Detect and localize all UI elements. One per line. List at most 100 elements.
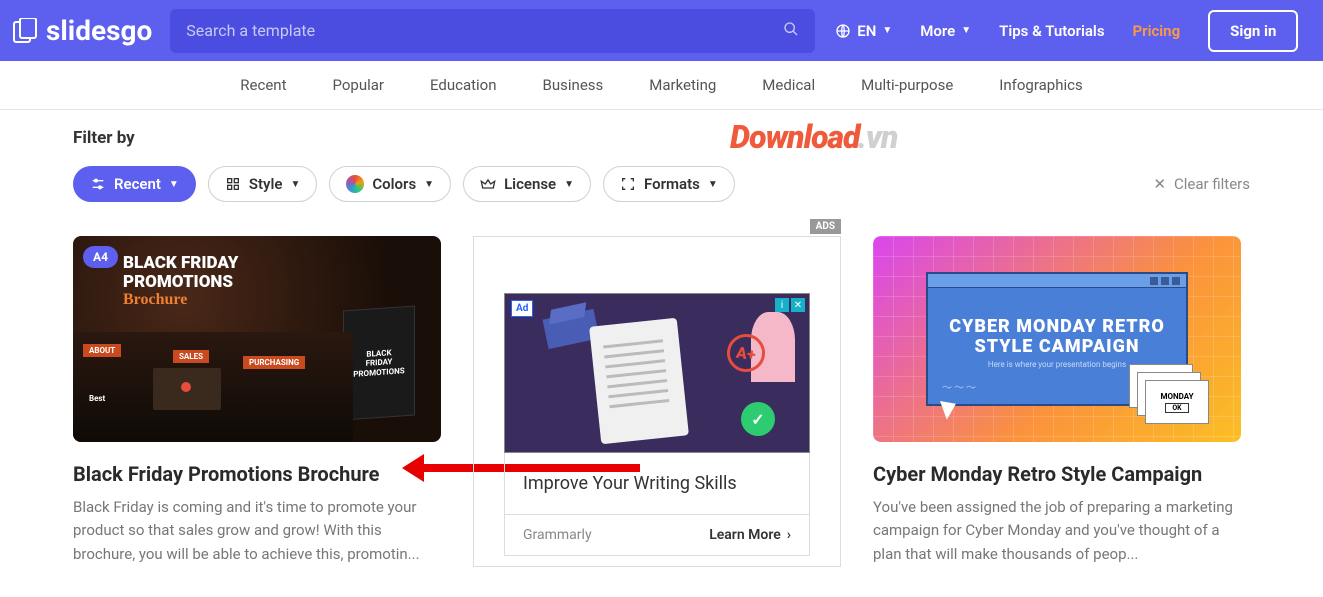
language-label: EN [857,22,876,40]
ad-footer: Grammarly Learn More › [504,515,810,556]
window-controls [1150,277,1180,285]
paper-icon [589,318,689,445]
ad-close-icon[interactable]: ✕ [791,298,805,312]
ad-slot: ADS Ad i✕ A+ ✓ Improve Your Writing Skil… [473,236,841,567]
search-bar[interactable] [170,9,815,53]
chevron-down-icon: ▼ [424,179,434,190]
filter-license-label: License [504,175,556,193]
more-label: More [920,22,955,40]
ad-info-icon[interactable]: i [775,298,789,312]
clear-filters-label: Clear filters [1174,175,1250,193]
chevron-down-icon: ▼ [169,179,179,190]
filter-recent-label: Recent [114,175,161,193]
nav-multipurpose[interactable]: Multi-purpose [861,76,953,94]
thumb-brochure: Brochure [123,291,238,309]
tri-l3: PROMOTIONS [353,366,404,379]
cards-grid: A4 BLACK FRIDAY PROMOTIONS Brochure BLAC… [73,236,1250,567]
filter-style-label: Style [249,175,283,193]
filter-colors-label: Colors [372,175,416,193]
filter-recent[interactable]: Recent ▼ [73,166,196,202]
template-thumbnail: A4 BLACK FRIDAY PROMOTIONS Brochure BLAC… [73,236,441,442]
ads-label: ADS [810,219,841,234]
thumb-sales: SALES [173,350,209,363]
more-link[interactable]: More ▼ [920,22,971,40]
template-card[interactable]: CYBER MONDAY RETRO STYLE CAMPAIGN Here i… [873,236,1241,566]
ad-content[interactable]: Ad i✕ A+ ✓ Improve Your Writing Skills G… [504,293,810,556]
pricing-link[interactable]: Pricing [1133,22,1181,40]
card-description: Black Friday is coming and it's time to … [73,496,441,566]
nav-marketing[interactable]: Marketing [649,76,716,94]
signin-button[interactable]: Sign in [1208,10,1298,52]
ok-button-icon: OK [1165,403,1188,413]
nav-popular[interactable]: Popular [332,76,384,94]
template-thumbnail: CYBER MONDAY RETRO STYLE CAMPAIGN Here i… [873,236,1241,442]
header-right: EN ▼ More ▼ Tips & Tutorials Pricing Sig… [835,10,1298,52]
filter-colors[interactable]: Colors ▼ [329,166,451,202]
thumb-about: ABOUT [83,344,121,357]
chevron-down-icon: ▼ [564,179,574,190]
grid-icon [225,176,241,192]
thumb-map [153,368,221,410]
logo-icon [12,18,40,44]
chevron-down-icon: ▼ [708,179,718,190]
ad-controls[interactable]: i✕ [775,298,805,312]
filter-style[interactable]: Style ▼ [208,166,318,202]
content: Filter by Recent ▼ Style ▼ Colors ▼ Lice… [0,110,1323,597]
ad-image: Ad i✕ A+ ✓ [504,293,810,453]
category-nav: Recent Popular Education Business Market… [0,61,1323,110]
logo[interactable]: slidesgo [12,14,152,47]
search-input[interactable] [186,21,783,40]
thumb-title-l2: PROMOTIONS [123,273,238,292]
wave-icon: ～～～ [942,379,978,394]
header: slidesgo EN ▼ More ▼ Tips & Tutorials Pr… [0,0,1323,61]
check-icon: ✓ [741,402,775,436]
language-selector[interactable]: EN ▼ [835,22,892,40]
card-description: You've been assigned the job of preparin… [873,496,1241,566]
thumb-subtitle: Here is where your presentation begins [988,360,1126,369]
chevron-down-icon: ▼ [290,179,300,190]
ad-cta-label: Learn More [709,527,781,543]
thumb-title-l1: BLACK FRIDAY [123,254,238,273]
chevron-down-icon: ▼ [882,25,892,36]
rainbow-icon [346,175,364,193]
thumb-title: CYBER MONDAY RETRO STYLE CAMPAIGN [949,317,1165,357]
nav-business[interactable]: Business [543,76,604,94]
nav-recent[interactable]: Recent [240,76,286,94]
search-button[interactable] [783,21,799,41]
thumb-panel: ABOUT SALES PURCHASING Best [73,332,353,442]
globe-icon [835,23,851,39]
nav-infographics[interactable]: Infographics [999,76,1082,94]
card-title: Cyber Monday Retro Style Campaign [873,462,1241,486]
thumb-purchasing: PURCHASING [243,356,305,369]
template-card[interactable]: A4 BLACK FRIDAY PROMOTIONS Brochure BLAC… [73,236,441,566]
stack-card-label: MONDAY [1160,392,1193,401]
tips-link[interactable]: Tips & Tutorials [999,22,1104,40]
filter-formats[interactable]: Formats ▼ [603,166,735,202]
thumb-best: Best [83,392,111,405]
window-titlebar [928,274,1186,288]
expand-icon [620,176,636,192]
filter-row: Recent ▼ Style ▼ Colors ▼ License ▼ Form… [73,166,1250,202]
filter-license[interactable]: License ▼ [463,166,591,202]
sliders-icon [90,176,106,192]
crown-icon [480,176,496,192]
format-badge: A4 [83,246,118,268]
thumb-title-l2: STYLE CAMPAIGN [949,337,1165,357]
card-title: Black Friday Promotions Brochure [73,462,441,486]
thumb-trifold: BLACK FRIDAY PROMOTIONS [343,305,415,420]
nav-education[interactable]: Education [430,76,497,94]
ad-headline: Improve Your Writing Skills [504,453,810,515]
chevron-down-icon: ▼ [961,25,971,36]
thumb-title-l1: CYBER MONDAY RETRO [949,317,1165,337]
ad-cta[interactable]: Learn More › [709,527,791,543]
thumb-title: BLACK FRIDAY PROMOTIONS Brochure [123,254,238,309]
logo-text: slidesgo [46,14,152,47]
nav-medical[interactable]: Medical [762,76,815,94]
ad-brand: Grammarly [523,527,592,543]
ad-badge: Ad [511,300,533,317]
chevron-right-icon: › [787,527,791,543]
filter-heading: Filter by [73,128,1250,148]
filter-formats-label: Formats [644,175,700,193]
search-icon [783,21,799,37]
clear-filters[interactable]: ✕ Clear filters [1153,175,1250,193]
